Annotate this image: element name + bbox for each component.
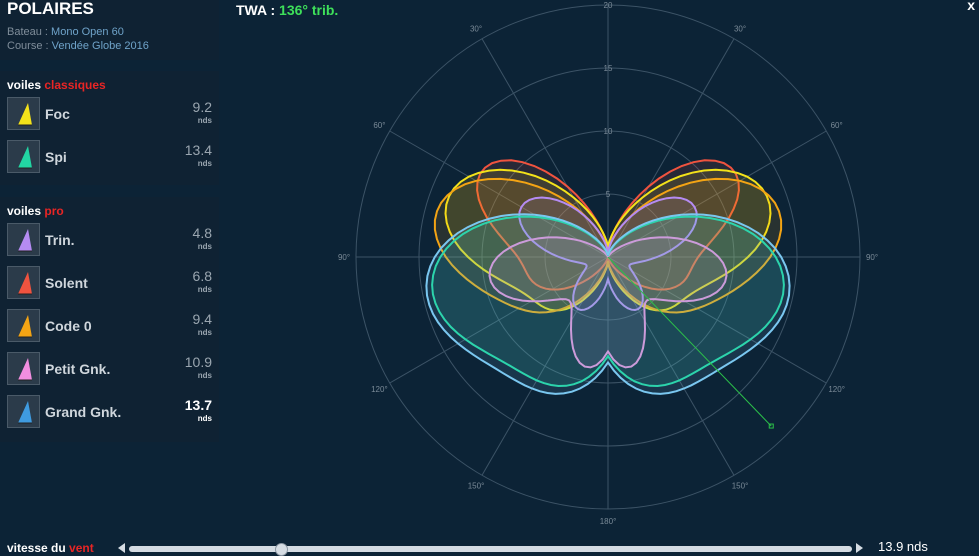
slider-thumb[interactable] <box>274 543 288 556</box>
angle-label: 60° <box>831 121 843 130</box>
angle-label: 120° <box>371 385 388 394</box>
race-label: Course : <box>7 40 52 52</box>
race-value: Vendée Globe 2016 <box>51 40 149 52</box>
boat-value: Mono Open 60 <box>51 26 124 38</box>
sail-speed-unit: nds <box>197 285 212 294</box>
polar-chart: 30° 30° 60° 60° 90° 90° 120° 120° 150° 150° 180° 5 1… <box>338 1 878 526</box>
speed-label: 10 <box>604 127 613 136</box>
page-title: POLAIRES <box>7 0 94 18</box>
sail-row[interactable]: Code 0 9.4 nds <box>7 309 215 343</box>
speed-label: 15 <box>604 64 613 73</box>
sail-name: Foc <box>45 106 70 122</box>
sail-row[interactable]: Solent 6.8 nds <box>7 266 215 300</box>
sail-icon <box>7 223 40 256</box>
sail-speed-unit: nds <box>197 116 212 125</box>
section-title-accent: pro <box>44 204 64 218</box>
boat-line: Bateau : Mono Open 60 <box>7 26 124 38</box>
sail-icon <box>7 140 40 173</box>
sail-speed-unit: nds <box>197 371 212 380</box>
angle-label: 90° <box>866 253 878 262</box>
sail-name: Code 0 <box>45 318 92 334</box>
wind-label-prefix: vitesse du <box>7 541 70 555</box>
sail-speed: 9.4 <box>192 311 212 327</box>
wind-speed-value: 13.9 nds <box>878 539 928 554</box>
sail-icon <box>7 266 40 299</box>
sail-name: Solent <box>45 275 88 291</box>
sail-row[interactable]: Spi 13.4 nds <box>7 140 215 174</box>
angle-label: 120° <box>828 385 845 394</box>
sail-name: Grand Gnk. <box>45 404 122 420</box>
classic-sails-panel: voiles classiques Foc 9.2 nds Spi 13.4 nds <box>0 71 219 185</box>
wind-speed-bar: vitesse du vent 13.9 nds <box>0 536 979 556</box>
angle-label: 30° <box>734 24 746 33</box>
wind-speed-label: vitesse du vent <box>7 541 94 555</box>
angle-label: 150° <box>732 482 749 491</box>
sail-speed-unit: nds <box>197 328 212 337</box>
sail-speed: 10.9 <box>184 354 212 370</box>
sail-icon <box>7 352 40 385</box>
sail-icon <box>7 309 40 342</box>
angle-label: 30° <box>470 24 482 33</box>
arrow-right-icon[interactable] <box>856 543 863 553</box>
sail-speed-unit: nds <box>197 159 212 168</box>
sail-speed: 6.8 <box>192 268 212 284</box>
sail-row[interactable]: Petit Gnk. 10.9 nds <box>7 352 215 386</box>
race-line: Course : Vendée Globe 2016 <box>7 40 149 52</box>
section-title-prefix: voiles <box>7 204 45 218</box>
sail-row[interactable]: Grand Gnk. 13.7 nds <box>7 395 215 429</box>
section-title-accent: classiques <box>44 78 106 92</box>
boat-label: Bateau : <box>7 26 52 38</box>
sail-speed-unit: nds <box>197 414 212 423</box>
angle-label: 60° <box>373 121 385 130</box>
sail-speed: 9.2 <box>192 99 212 115</box>
header-panel: POLAIRES Bateau : Mono Open 60 Course : … <box>0 0 219 60</box>
slider-track[interactable] <box>129 546 852 552</box>
sail-icon <box>7 97 40 130</box>
angle-label: 180° <box>600 517 617 526</box>
sail-speed-unit: nds <box>197 242 212 251</box>
twa-label: TWA : <box>236 2 280 18</box>
pro-section-title: voiles pro <box>7 204 64 218</box>
sail-row[interactable]: Trin. 4.8 nds <box>7 223 215 257</box>
sail-speed: 13.4 <box>184 142 212 158</box>
sail-icon <box>7 395 40 428</box>
sail-name: Trin. <box>45 232 75 248</box>
sail-name: Petit Gnk. <box>45 361 111 377</box>
classic-section-title: voiles classiques <box>7 78 106 92</box>
arrow-left-icon[interactable] <box>118 543 125 553</box>
wind-label-accent: vent <box>69 541 94 555</box>
sail-speed: 13.7 <box>184 397 212 413</box>
pro-sails-panel: voiles pro Trin. 4.8 nds Solent 6.8 nds Code 0… <box>0 197 219 442</box>
sail-row[interactable]: Foc 9.2 nds <box>7 97 215 131</box>
close-icon[interactable]: x <box>967 0 975 13</box>
speed-label: 5 <box>606 190 611 199</box>
sail-speed: 4.8 <box>192 225 212 241</box>
angle-label: 150° <box>468 482 485 491</box>
speed-label: 20 <box>604 1 613 10</box>
section-title-prefix: voiles <box>7 78 45 92</box>
angle-label: 90° <box>338 253 350 262</box>
sail-name: Spi <box>45 149 67 165</box>
